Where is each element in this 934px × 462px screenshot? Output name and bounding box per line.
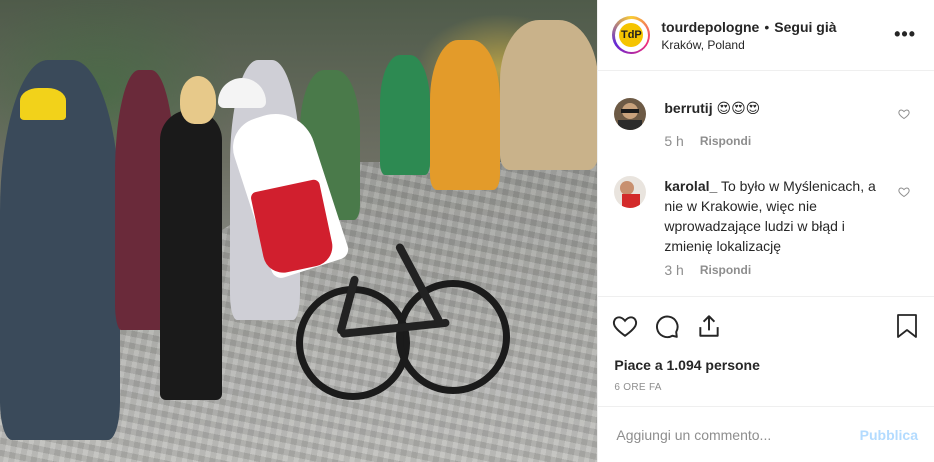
barrier-banner <box>430 40 500 190</box>
woman-spectator <box>160 110 222 400</box>
header-text: tourdepologne • Segui già Kraków, Poland <box>661 19 836 52</box>
comment-text: 😍😍😍 <box>716 100 761 116</box>
comment-item: karolal_ To było w Myślenicach, a nie w … <box>614 176 918 296</box>
header-row: tourdepologne • Segui già <box>661 19 836 35</box>
post-timestamp[interactable]: 6 ORE FA <box>598 376 934 398</box>
add-comment-bar: Pubblica <box>598 406 934 462</box>
share-icon[interactable] <box>696 313 722 339</box>
comment-meta: 5 h Rispondi <box>664 133 751 149</box>
reply-button[interactable]: Rispondi <box>700 133 751 149</box>
post-photo[interactable] <box>0 0 598 462</box>
bookmark-icon[interactable] <box>896 313 918 339</box>
post-sidebar: TdP tourdepologne • Segui già Kraków, Po… <box>597 0 934 462</box>
comment-input[interactable] <box>614 425 839 444</box>
instagram-post: TdP tourdepologne • Segui già Kraków, Po… <box>0 0 934 462</box>
comment-icon[interactable] <box>654 313 680 339</box>
bicycle-rear-wheel <box>296 286 410 400</box>
avatar-frame: TdP <box>614 18 648 52</box>
commenter-avatar[interactable] <box>614 176 647 208</box>
comment-item: berrutij 😍😍😍 5 h Rispondi <box>614 98 918 178</box>
comment-body: karolal_ To było w Myślenicach, a nie w … <box>664 176 878 256</box>
separator-dot: • <box>764 18 770 35</box>
username-link[interactable]: tourdepologne <box>661 19 759 35</box>
commenter-avatar[interactable] <box>614 98 647 130</box>
comment-body: berrutij 😍😍😍 <box>664 98 878 118</box>
likes-count[interactable]: Piace a 1.094 persone <box>598 354 934 376</box>
woman-hair <box>180 76 216 124</box>
reply-button[interactable]: Rispondi <box>700 262 751 278</box>
post-header: TdP tourdepologne • Segui già Kraków, Po… <box>598 0 934 71</box>
more-options-icon[interactable]: ••• <box>894 24 916 45</box>
following-button[interactable]: Segui già <box>774 19 836 35</box>
spectator-hat <box>20 88 66 120</box>
post-actions <box>598 296 934 354</box>
comment-username[interactable]: karolal_ <box>664 178 717 194</box>
comment-like-icon[interactable] <box>898 186 910 198</box>
spectator <box>380 55 430 175</box>
location-link[interactable]: Kraków, Poland <box>661 38 836 52</box>
bicycle-front-wheel <box>396 280 510 394</box>
comment-meta: 3 h Rispondi <box>664 262 751 278</box>
publish-button[interactable]: Pubblica <box>860 427 918 443</box>
comments-list[interactable]: berrutij 😍😍😍 5 h Rispondi karolal_ To by… <box>598 71 934 296</box>
comment-username[interactable]: berrutij <box>664 100 712 116</box>
comment-like-icon[interactable] <box>898 108 910 120</box>
comment-time: 5 h <box>664 133 684 149</box>
heart-icon[interactable] <box>612 313 638 339</box>
comment-time: 3 h <box>664 262 684 278</box>
avatar[interactable]: TdP <box>612 16 651 54</box>
avatar-logo: TdP <box>619 23 644 47</box>
spectator <box>500 20 598 170</box>
